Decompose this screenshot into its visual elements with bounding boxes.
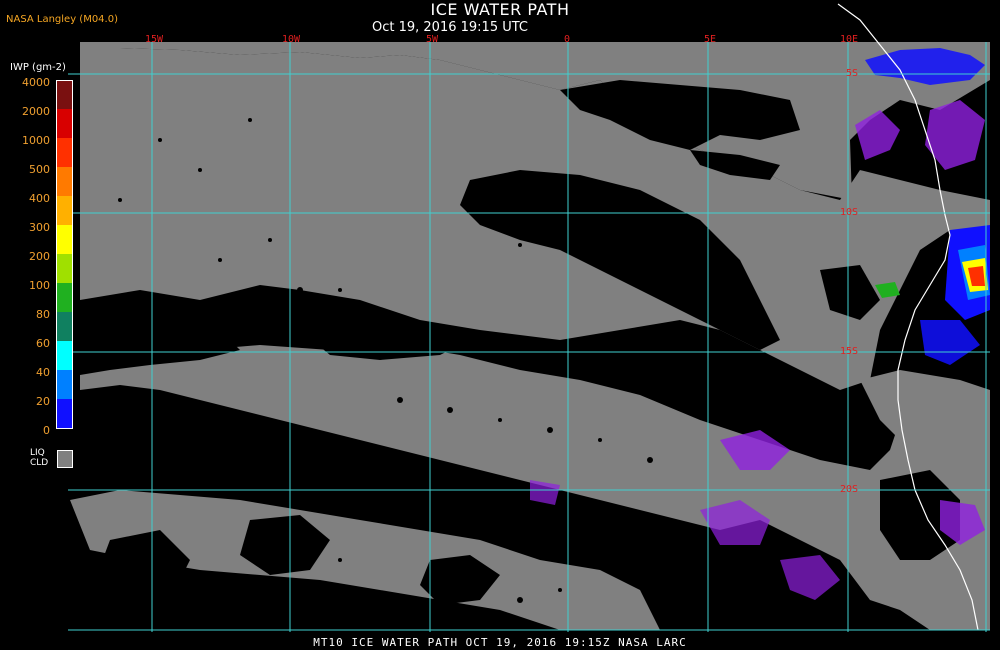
legend-label: 100 [29,279,50,292]
lat-label-20s: 20S [840,484,859,495]
satellite-map [68,3,990,632]
legend-label: 60 [36,337,50,350]
legend-swatch [57,283,73,312]
lon-label-10e: 10E [840,34,859,45]
legend-swatch [57,225,73,254]
legend-swatch [57,399,73,428]
legend-swatch [57,254,73,283]
map-timestamp: Oct 19, 2016 19:15 UTC [372,20,528,35]
lat-label-15s: 15S [840,346,859,357]
legend-label: 0 [43,424,50,437]
legend-label: 500 [29,163,50,176]
legend-label: 300 [29,221,50,234]
lon-label-5w: 5W [426,34,439,45]
map-title: ICE WATER PATH [430,0,570,19]
producer-label: NASA Langley (M04.0) [6,14,118,25]
legend-swatch [57,312,73,341]
lat-label-5s: 5S [846,68,859,79]
legend-swatch [57,167,73,196]
legend-label: 20 [36,395,50,408]
legend-label: 2000 [22,105,50,118]
legend-swatch [57,109,73,138]
legend-swatch [57,196,73,225]
lat-label-10s: 10S [840,207,859,218]
liquid-cloud-label: LIQ CLD [30,448,48,468]
lon-label-15w: 15W [145,34,164,45]
legend-label: 80 [36,308,50,321]
liquid-cloud-label-line1: LIQ [30,448,45,458]
liquid-cloud-swatch [57,450,73,468]
footer-caption: MT10 ICE WATER PATH OCT 19, 2016 19:15Z … [313,636,687,649]
lon-label-0: 0 [564,34,571,45]
color-legend: 4000 2000 1000 500 400 300 200 100 80 60 40 20 0 [0,76,80,480]
legend-label: 4000 [22,76,50,89]
legend-label: 400 [29,192,50,205]
legend-label: 200 [29,250,50,263]
legend-units: IWP (gm-2) [10,62,66,73]
legend-swatch [57,341,73,370]
legend-swatch [57,138,73,167]
liquid-cloud-label-line2: CLD [30,458,49,468]
lon-label-10w: 10W [282,34,301,45]
legend-swatch [57,80,73,109]
legend-label: 1000 [22,134,50,147]
legend-label: 40 [36,366,50,379]
lon-label-5e: 5E [704,34,717,45]
legend-swatch [57,370,73,399]
